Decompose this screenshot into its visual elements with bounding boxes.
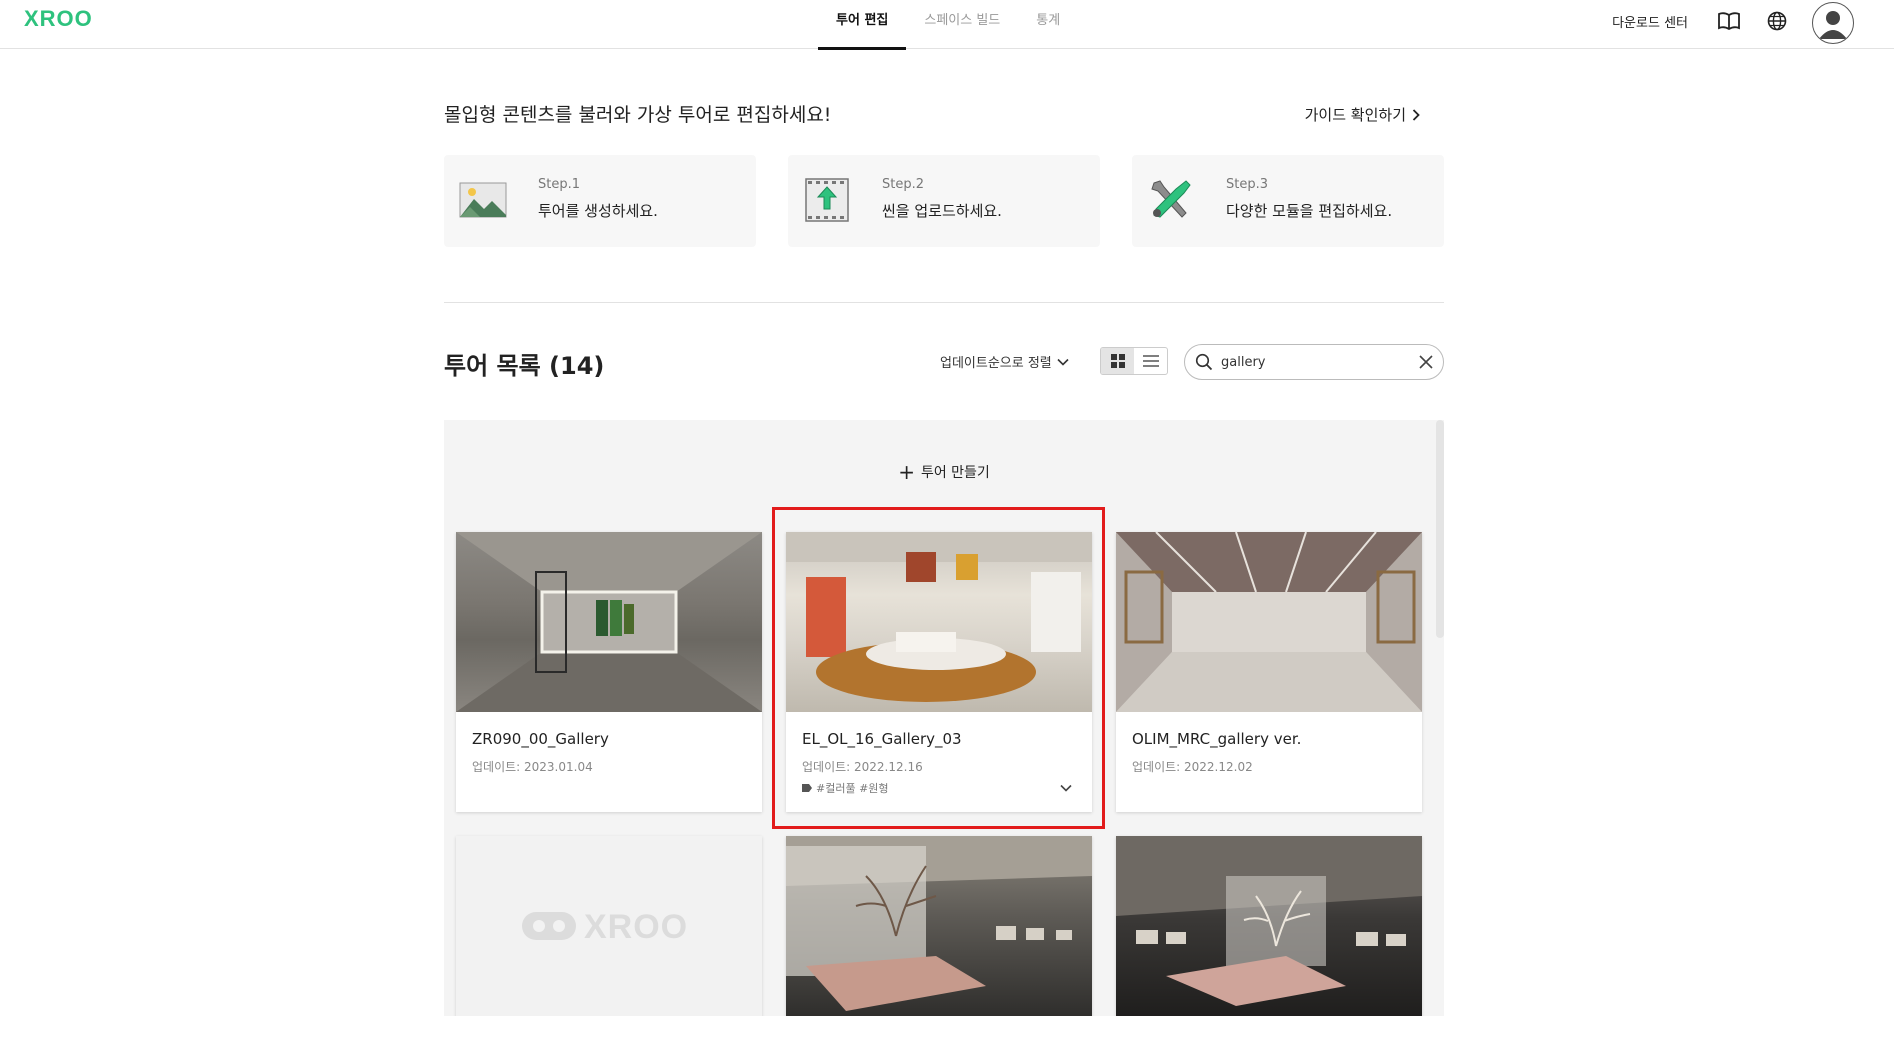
tour-card[interactable]: XROO (456, 836, 762, 1016)
tour-list-panel: + 투어 만들기 ZR090_00_Gallery 업데이트: 2023.01.0… (444, 420, 1444, 1016)
tour-thumbnail (786, 532, 1092, 712)
tour-card[interactable] (1116, 836, 1422, 1016)
guide-link[interactable]: 가이드 확인하기 (1305, 104, 1420, 125)
tour-tags: #컬러풀 #원형 (802, 780, 889, 796)
search-input[interactable] (1221, 354, 1419, 370)
step-card-1: Step.1 투어를 생성하세요. (444, 155, 756, 247)
tour-card[interactable]: EL_OL_16_Gallery_03 업데이트: 2022.12.16 #컬러… (786, 532, 1092, 812)
step-card-3: Step.3 다양한 모듈을 편집하세요. (1132, 155, 1444, 247)
tour-title: ZR090_00_Gallery (472, 730, 609, 748)
top-right-actions: 다운로드 센터 (1612, 0, 1854, 44)
grid-icon (1110, 354, 1125, 368)
globe-icon[interactable] (1764, 8, 1790, 34)
chevron-down-icon (1057, 358, 1069, 366)
tour-thumbnail (786, 836, 1092, 1016)
tour-thumbnail-placeholder: XROO (456, 836, 762, 1016)
intro-section: 몰입형 콘텐츠를 불러와 가상 투어로 편집하세요! 가이드 확인하기 (444, 100, 1444, 127)
tour-thumbnail (456, 532, 762, 712)
tour-card[interactable] (786, 836, 1092, 1016)
tour-thumbnail (1116, 532, 1422, 712)
main-nav: 투어 편집 스페이스 빌드 통계 (818, 0, 1078, 50)
chevron-down-icon[interactable] (1058, 780, 1074, 796)
intro-title: 몰입형 콘텐츠를 불러와 가상 투어로 편집하세요! (444, 104, 832, 126)
book-icon[interactable] (1716, 8, 1742, 34)
top-navigation-bar: XROO 투어 편집 스페이스 빌드 통계 다운로드 센터 (0, 0, 1894, 50)
tab-tour-edit[interactable]: 투어 편집 (818, 0, 907, 50)
tour-title: EL_OL_16_Gallery_03 (802, 730, 962, 748)
grid-view-button[interactable] (1101, 348, 1134, 374)
landscape-image-icon (459, 182, 507, 218)
step-card-2: Step.2 씬을 업로드하세요. (788, 155, 1100, 247)
scrollbar[interactable] (1436, 420, 1444, 638)
sort-label: 업데이트순으로 정렬 (940, 356, 1052, 371)
tour-card[interactable]: ZR090_00_Gallery 업데이트: 2023.01.04 (456, 532, 762, 812)
sort-dropdown[interactable]: 업데이트순으로 정렬 (940, 352, 1069, 371)
step-desc: 씬을 업로드하세요. (882, 202, 1002, 220)
clear-search-icon[interactable] (1419, 355, 1433, 369)
xroo-logo[interactable]: XROO (24, 6, 93, 32)
create-tour-button[interactable]: + 투어 만들기 (444, 460, 1444, 484)
view-toggle (1100, 347, 1168, 375)
user-avatar-icon[interactable] (1812, 2, 1854, 44)
download-center-link[interactable]: 다운로드 센터 (1612, 12, 1688, 31)
tour-update-date: 업데이트: 2023.01.04 (472, 760, 593, 774)
tour-card[interactable]: OLIM_MRC_gallery ver. 업데이트: 2022.12.02 (1116, 532, 1422, 812)
tour-update-date: 업데이트: 2022.12.16 (802, 760, 923, 774)
tour-update-date: 업데이트: 2022.12.02 (1132, 760, 1253, 774)
search-box (1184, 344, 1444, 380)
list-view-button[interactable] (1134, 348, 1167, 374)
tour-list-title: 투어 목록 (14) (444, 352, 605, 380)
tour-thumbnail (1116, 836, 1422, 1016)
step-label: Step.1 (538, 177, 581, 192)
create-tour-label: 투어 만들기 (920, 465, 990, 481)
steps-row: Step.1 투어를 생성하세요. Step.2 씬을 업로드하세요. Step… (444, 155, 1444, 247)
tag-icon (802, 784, 812, 792)
list-icon (1142, 355, 1159, 367)
section-divider (444, 302, 1444, 303)
tab-statistics[interactable]: 통계 (1018, 0, 1078, 49)
chevron-right-icon (1412, 108, 1420, 121)
step-desc: 투어를 생성하세요. (538, 202, 658, 220)
step-desc: 다양한 모듈을 편집하세요. (1226, 202, 1393, 220)
step-label: Step.2 (882, 177, 925, 192)
tour-title: OLIM_MRC_gallery ver. (1132, 730, 1302, 748)
step-label: Step.3 (1226, 177, 1269, 192)
tools-icon (1151, 180, 1191, 218)
tab-space-build[interactable]: 스페이스 빌드 (906, 0, 1018, 49)
film-upload-icon (805, 178, 849, 222)
guide-link-label: 가이드 확인하기 (1304, 106, 1406, 124)
search-icon (1195, 353, 1213, 371)
tour-tags-label: #컬러풀 #원형 (816, 782, 889, 795)
xroo-placeholder-logo: XROO (584, 908, 689, 946)
plus-icon: + (898, 460, 915, 484)
